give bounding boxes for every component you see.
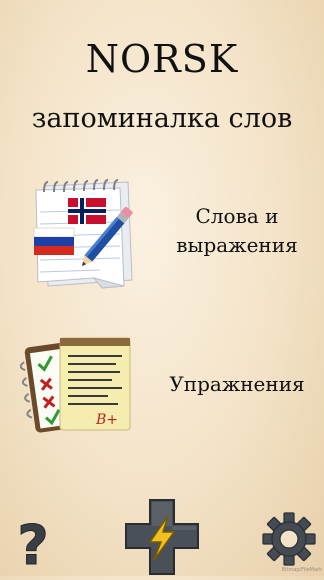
clipboard-checklist-icon: B+: [20, 337, 131, 433]
help-glyph: ?: [17, 514, 48, 572]
words-menu-item[interactable]: Слова и выражения: [0, 172, 324, 300]
watermark-text: Bitmap/FileMark: [281, 567, 322, 573]
exercises-menu-item[interactable]: B+ Упражнения: [0, 332, 324, 440]
notepad-flags-pencil-icon: [33, 179, 133, 289]
gear-icon: [262, 512, 316, 566]
norway-flag-icon: [68, 198, 106, 224]
app-subtitle: запоминалка слов: [31, 103, 293, 134]
russia-flag-icon: [33, 227, 75, 255]
plus-lightning-icon: [125, 499, 199, 575]
grade-mark: B+: [95, 412, 118, 428]
add-button[interactable]: [124, 496, 200, 576]
app-title: NORSK: [85, 37, 239, 81]
exercises-menu-label: Упражнения: [169, 372, 305, 396]
settings-button[interactable]: [262, 512, 316, 566]
question-mark-icon: ?: [17, 514, 49, 578]
words-menu-label: Слова и выражения: [176, 204, 298, 257]
help-button[interactable]: ?: [8, 512, 58, 578]
